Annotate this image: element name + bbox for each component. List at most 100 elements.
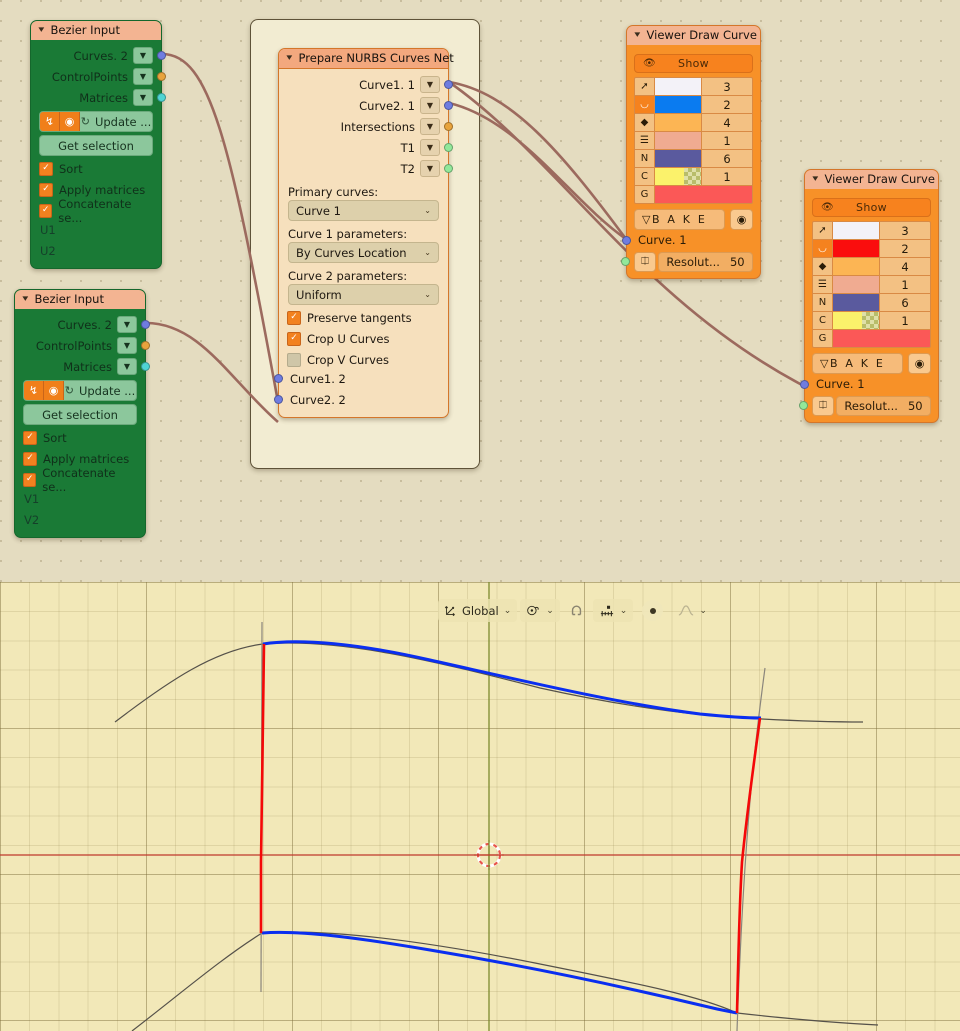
- input-row-v2[interactable]: V2: [15, 509, 145, 530]
- swatch-value[interactable]: 4: [880, 258, 930, 275]
- table-row[interactable]: ➚ 3: [635, 78, 752, 96]
- output-row-t2[interactable]: T2: [279, 158, 453, 179]
- output-dropdown-icon[interactable]: [133, 89, 153, 106]
- output-dropdown-icon[interactable]: [133, 47, 153, 64]
- input-row-curve[interactable]: Curve. 1: [800, 374, 938, 394]
- snap-magnet-toggle[interactable]: [563, 599, 590, 622]
- input-row-curve[interactable]: Curve. 1: [622, 230, 760, 250]
- falloff-dropdown[interactable]: [672, 599, 713, 622]
- input-row-v1[interactable]: V1: [15, 488, 145, 509]
- chevron-down-icon[interactable]: [634, 26, 640, 45]
- update-button[interactable]: ↯ ◉ ↻ Update ...: [39, 111, 153, 132]
- table-row[interactable]: N 6: [813, 294, 930, 312]
- letter-g-icon[interactable]: G: [813, 330, 833, 347]
- node-header[interactable]: Viewer Draw Curve: [627, 26, 760, 45]
- checkbox-crop-u-curves[interactable]: Crop U Curves: [287, 330, 440, 347]
- proportional-editing-icon[interactable]: [642, 600, 664, 621]
- swatch-value[interactable]: 6: [880, 294, 930, 311]
- curve1-parameters-select[interactable]: By Curves Location: [288, 242, 439, 263]
- color-swatch[interactable]: [833, 276, 880, 293]
- output-row-curves[interactable]: Curves. 2: [15, 314, 150, 335]
- color-swatch[interactable]: [833, 294, 880, 311]
- chevron-down-icon[interactable]: [620, 606, 628, 616]
- swatch-value[interactable]: 2: [880, 240, 930, 257]
- socket-controlpoints[interactable]: [157, 72, 166, 81]
- color-swatch[interactable]: [655, 132, 702, 149]
- socket-curve-in[interactable]: [800, 379, 809, 389]
- socket-t1[interactable]: [444, 143, 453, 152]
- output-dropdown-icon[interactable]: [420, 139, 440, 156]
- node-bezier-input-1[interactable]: Bezier Input Curves. 2 ControlPoints Mat…: [30, 20, 166, 269]
- swatch-value[interactable]: 4: [702, 114, 752, 131]
- color-swatch[interactable]: [655, 96, 702, 113]
- socket-matrices[interactable]: [141, 362, 150, 371]
- bake-options-icon[interactable]: ◉: [730, 209, 753, 230]
- plug-icon[interactable]: ⎅: [634, 251, 656, 272]
- table-row[interactable]: C 1: [813, 312, 930, 330]
- table-row[interactable]: N 6: [635, 150, 752, 168]
- swatch-value[interactable]: 1: [880, 276, 930, 293]
- chevron-down-icon[interactable]: [38, 21, 44, 40]
- output-row-curve2[interactable]: Curve2. 1: [279, 95, 453, 116]
- node-bezier-input-2[interactable]: Bezier Input Curves. 2 ControlPoints Mat…: [14, 289, 150, 538]
- chevron-down-icon[interactable]: [22, 290, 28, 309]
- socket-curve2-in[interactable]: [274, 395, 283, 404]
- object-select-icon[interactable]: ◉: [44, 381, 64, 400]
- output-row-matrices[interactable]: Matrices: [31, 87, 166, 108]
- curve-point-icon[interactable]: ➚: [813, 222, 833, 239]
- snap-increment-dropdown[interactable]: [592, 599, 634, 622]
- transform-orientation-dropdown[interactable]: Global: [438, 599, 518, 622]
- pivot-point-dropdown[interactable]: [520, 599, 560, 622]
- chevron-down-icon[interactable]: [699, 606, 707, 616]
- proportional-editing-toggle[interactable]: [636, 599, 669, 622]
- letter-n-icon[interactable]: N: [635, 150, 655, 167]
- checkbox-icon[interactable]: [287, 310, 301, 325]
- table-row[interactable]: ☰ 1: [813, 276, 930, 294]
- output-dropdown-icon[interactable]: [117, 337, 137, 354]
- curve-point-icon[interactable]: ➚: [635, 78, 655, 95]
- checkbox-icon[interactable]: [287, 331, 301, 346]
- checkbox-sort[interactable]: Sort: [39, 160, 153, 177]
- output-dropdown-icon[interactable]: [420, 97, 440, 114]
- object-select-icon[interactable]: ◉: [60, 112, 80, 131]
- checkbox-sort[interactable]: Sort: [23, 429, 137, 446]
- show-button[interactable]: 👁 Show: [812, 198, 931, 217]
- output-row-matrices[interactable]: Matrices: [15, 356, 150, 377]
- socket-intersections[interactable]: [444, 122, 453, 131]
- color-swatch[interactable]: [655, 114, 702, 131]
- table-row[interactable]: ◡ 2: [635, 96, 752, 114]
- checkbox-crop-v-curves[interactable]: Crop V Curves: [287, 351, 440, 368]
- checkbox-apply-matrices[interactable]: Apply matrices: [39, 181, 153, 198]
- checkbox-icon[interactable]: [39, 161, 53, 176]
- input-row-u2[interactable]: U2: [31, 240, 161, 261]
- color-swatch[interactable]: [833, 330, 930, 347]
- chevron-down-icon[interactable]: [812, 170, 818, 189]
- socket-resolution-in[interactable]: [799, 401, 808, 410]
- swatch-value[interactable]: 3: [702, 78, 752, 95]
- socket-controlpoints[interactable]: [141, 341, 150, 350]
- resolution-row[interactable]: ⎅ Resolut... 50: [621, 251, 760, 272]
- color-swatch[interactable]: [655, 186, 752, 203]
- table-row[interactable]: ◡ 2: [813, 240, 930, 258]
- table-row[interactable]: G: [813, 330, 930, 347]
- socket-curve-in[interactable]: [622, 235, 631, 245]
- output-dropdown-icon[interactable]: [133, 68, 153, 85]
- primary-curves-select[interactable]: Curve 1: [288, 200, 439, 221]
- node-viewer-draw-curve-2[interactable]: Viewer Draw Curve 👁 Show ➚ 3 ◡ 2 ◆: [799, 169, 939, 423]
- checkbox-icon[interactable]: [23, 430, 37, 445]
- swatch-value[interactable]: 1: [880, 312, 930, 329]
- output-dropdown-icon[interactable]: [117, 358, 137, 375]
- input-row-curve2[interactable]: Curve2. 2: [274, 389, 448, 410]
- swatch-value[interactable]: 1: [702, 132, 752, 149]
- bake-button[interactable]: ▽ B A K E: [634, 209, 725, 230]
- socket-curves[interactable]: [157, 51, 166, 60]
- table-row[interactable]: C 1: [635, 168, 752, 186]
- checkbox-preserve-tangents[interactable]: Preserve tangents: [287, 309, 440, 326]
- checkbox-concatenate[interactable]: Concatenate se...: [39, 197, 153, 225]
- output-dropdown-icon[interactable]: [420, 118, 440, 135]
- socket-t2[interactable]: [444, 164, 453, 173]
- input-row-curve1[interactable]: Curve1. 2: [274, 368, 448, 389]
- socket-curve1-in[interactable]: [274, 374, 283, 383]
- socket-matrices[interactable]: [157, 93, 166, 102]
- socket-curve2-out[interactable]: [444, 101, 453, 110]
